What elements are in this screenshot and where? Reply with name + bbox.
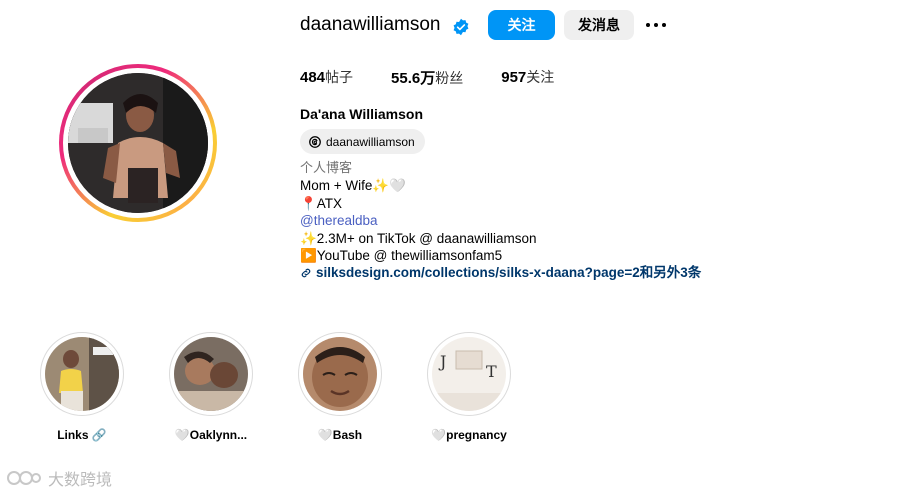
bio-external-link[interactable]: silksdesign.com/collections/silks-x-daan… [300, 264, 701, 281]
highlight-label: 🤍Oaklynn... [174, 428, 248, 442]
highlight-item[interactable]: 🤍Oaklynn... [169, 332, 253, 442]
avatar-image [68, 73, 208, 213]
bio-mention-link[interactable]: @therealdba [300, 212, 701, 229]
bio-category: 个人博客 [300, 161, 353, 176]
highlight-label: 🤍pregnancy [431, 428, 507, 442]
highlight-image [45, 337, 119, 411]
highlight-cover [174, 337, 248, 411]
highlight-item[interactable]: J T 🤍pregnancy [427, 332, 511, 442]
bio-line: ▶️YouTube @ thewilliamsonfam5 [300, 248, 503, 264]
svg-text:T: T [486, 362, 497, 381]
bio-link-text: silksdesign.com/collections/silks-x-daan… [316, 265, 702, 281]
highlight-ring [40, 332, 124, 416]
avatar-photo [68, 73, 208, 213]
svg-text:J: J [438, 352, 446, 371]
posts-count: 484帖子 [300, 67, 353, 88]
highlight-label: 🤍Bash [317, 428, 363, 442]
highlight-image [174, 337, 248, 411]
highlight-ring [169, 332, 253, 416]
verified-badge-icon [453, 18, 469, 36]
highlight-image [303, 337, 377, 411]
story-highlights: Links 🔗 🤍Oaklynn... 🤍Bash J T 🤍pregnancy [40, 332, 511, 442]
bio-line: 📍ATX [300, 195, 343, 211]
posts-label: 帖子 [325, 70, 354, 86]
link-icon [301, 268, 311, 278]
bio-line: ✨2.3M+ on TikTok @ daanawilliamson [300, 230, 537, 246]
watermark: 大数跨境 [6, 466, 112, 490]
highlight-ring: J T [427, 332, 511, 416]
following-count[interactable]: 957关注 [501, 67, 554, 88]
highlight-image: J T [432, 337, 506, 411]
profile-stats: 484帖子 55.6万粉丝 957关注 [300, 67, 592, 88]
watermark-text: 大数跨境 [48, 470, 113, 489]
highlight-label: Links 🔗 [57, 428, 107, 442]
following-value: 957 [501, 69, 527, 86]
threads-handle: daanawilliamson [326, 134, 415, 149]
profile-bio: 个人博客 Mom + Wife✨🤍 📍ATX @therealdba ✨2.3M… [300, 160, 701, 282]
highlight-cover [45, 337, 119, 411]
highlight-item[interactable]: Links 🔗 [40, 332, 124, 442]
followers-label: 粉丝 [435, 71, 464, 87]
threads-icon [309, 135, 321, 148]
highlight-cover: J T [432, 337, 506, 411]
follow-button[interactable]: 关注 [488, 10, 555, 40]
followers-value: 55.6万 [391, 70, 436, 87]
watermark-logo-icon [7, 471, 41, 485]
more-options-icon[interactable] [646, 17, 670, 33]
message-button[interactable]: 发消息 [564, 10, 634, 40]
threads-badge[interactable]: daanawilliamson [300, 129, 425, 154]
posts-value: 484 [300, 69, 326, 86]
profile-avatar[interactable] [59, 64, 217, 222]
profile-username: daanawilliamson [300, 14, 441, 35]
highlight-ring [298, 332, 382, 416]
following-label: 关注 [526, 70, 555, 86]
followers-count[interactable]: 55.6万粉丝 [391, 67, 463, 88]
bio-line: Mom + Wife✨🤍 [300, 178, 407, 194]
highlight-item[interactable]: 🤍Bash [298, 332, 382, 442]
highlight-cover [303, 337, 377, 411]
profile-full-name: Da'ana Williamson [300, 106, 424, 122]
avatar-border [63, 68, 213, 218]
